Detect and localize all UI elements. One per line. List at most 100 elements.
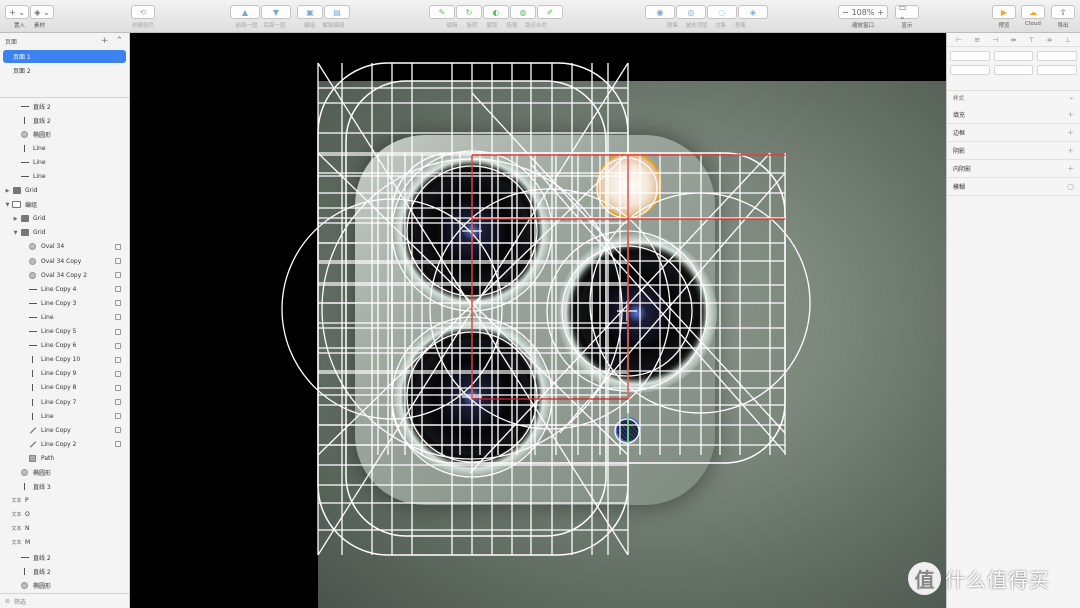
layer-row[interactable]: Line Copy 4 bbox=[0, 282, 130, 296]
bring-forward-icon: ▲ bbox=[241, 7, 249, 17]
y-field[interactable] bbox=[993, 51, 1034, 61]
rotate-label: 旋转 bbox=[466, 23, 478, 29]
layer-row[interactable]: Line Copy 2 bbox=[0, 437, 130, 451]
rotation-field[interactable] bbox=[1037, 51, 1078, 61]
layer-row[interactable]: Line Copy 9 bbox=[0, 367, 130, 381]
layer-row[interactable]: Line bbox=[0, 141, 130, 155]
add-fill-icon[interactable]: + bbox=[1067, 110, 1074, 119]
export-button[interactable]: ⇧ bbox=[1051, 5, 1075, 19]
rotate-button[interactable]: ↻ bbox=[456, 5, 482, 19]
layer-row[interactable]: Line bbox=[0, 169, 130, 183]
plus-icon[interactable]: + bbox=[101, 36, 109, 46]
group-glyph bbox=[20, 229, 29, 237]
ungroup-button[interactable]: ▤ bbox=[324, 5, 350, 19]
width-field[interactable] bbox=[950, 65, 990, 75]
difference-button[interactable]: ◈ bbox=[738, 5, 768, 19]
chevron-up-icon[interactable]: ⌃ bbox=[115, 36, 123, 46]
layer-row[interactable]: 直线 2 bbox=[0, 564, 130, 578]
x-field[interactable] bbox=[950, 51, 990, 61]
pages-header-label: 页面 bbox=[5, 38, 18, 46]
layer-row[interactable]: Line Copy 7 bbox=[0, 395, 130, 409]
zoom-out-button[interactable]: − bbox=[842, 8, 849, 17]
align-left-icon[interactable]: ⊢ bbox=[956, 36, 962, 44]
path-combine-button[interactable]: ✐ bbox=[537, 5, 563, 19]
disclosure-triangle-icon[interactable]: ▼ bbox=[12, 230, 19, 236]
edit-button[interactable]: ✎ bbox=[429, 5, 455, 19]
layer-row[interactable]: Line Copy 8 bbox=[0, 381, 130, 395]
layer-row[interactable]: Path bbox=[0, 451, 130, 465]
disclosure-triangle-icon[interactable]: ▶ bbox=[4, 188, 11, 194]
layer-row[interactable]: Oval 34 bbox=[0, 240, 130, 254]
inner-shadow-section[interactable]: 内阴影 + bbox=[947, 160, 1080, 178]
insert-button[interactable]: + ⌄ bbox=[5, 5, 29, 19]
layer-row[interactable]: 文本 M bbox=[0, 536, 130, 550]
flip-buttons[interactable] bbox=[1037, 65, 1078, 75]
add-inner-shadow-icon[interactable]: + bbox=[1067, 164, 1074, 173]
layer-row[interactable]: 直线 2 bbox=[0, 550, 130, 564]
border-section[interactable]: 边框 + bbox=[947, 124, 1080, 142]
layer-row[interactable]: ▼ 编组 bbox=[0, 198, 130, 212]
layer-row[interactable]: 椭圆形 bbox=[0, 578, 130, 592]
layer-row[interactable]: Line Copy 6 bbox=[0, 339, 130, 353]
add-shadow-icon[interactable]: + bbox=[1067, 146, 1074, 155]
subtract-button[interactable]: ◎ bbox=[676, 5, 706, 19]
outline-button[interactable]: ◍ bbox=[510, 5, 536, 19]
create-symbol-button[interactable]: ⟲ bbox=[131, 5, 155, 19]
design-canvas[interactable] bbox=[130, 33, 946, 608]
layer-row[interactable]: ▶ Grid bbox=[0, 212, 130, 226]
layer-row[interactable]: 文本 N bbox=[0, 522, 130, 536]
group-label: 编组 bbox=[303, 23, 315, 29]
layer-row[interactable]: Line bbox=[0, 310, 130, 324]
export-label: 导出 bbox=[1057, 23, 1069, 29]
layer-row[interactable]: 直线 2 bbox=[0, 113, 130, 127]
layer-row[interactable]: 椭圆形 bbox=[0, 127, 130, 141]
layer-row[interactable]: ▶ Grid bbox=[0, 184, 130, 198]
zoom-in-button[interactable]: + bbox=[877, 8, 884, 17]
union-button[interactable]: ◉ bbox=[645, 5, 675, 19]
layer-row[interactable]: Line Copy bbox=[0, 423, 130, 437]
cloud-button[interactable]: ☁ bbox=[1021, 5, 1045, 19]
align-top-icon[interactable]: ⊤ bbox=[1029, 36, 1035, 44]
page-item-2[interactable]: 页面 2 bbox=[3, 64, 126, 77]
intersect-button[interactable]: ◌ bbox=[707, 5, 737, 19]
layer-row[interactable]: 文本 P bbox=[0, 494, 130, 508]
bring-forward-button[interactable]: ▲ bbox=[230, 5, 260, 19]
view-button[interactable]: ▭ ⌄ bbox=[895, 3, 919, 21]
layer-row[interactable]: 直线 3 bbox=[0, 480, 130, 494]
disclosure-triangle-icon[interactable]: ▶ bbox=[12, 216, 19, 222]
fill-section[interactable]: 填充 + bbox=[947, 106, 1080, 124]
align-right-icon[interactable]: ⊣ bbox=[992, 36, 998, 44]
layer-row[interactable]: 椭圆形 bbox=[0, 465, 130, 479]
add-border-icon[interactable]: + bbox=[1067, 128, 1074, 137]
layer-name: Line Copy 8 bbox=[41, 384, 77, 392]
page-item-1[interactable]: 页面 1 bbox=[3, 50, 126, 63]
disclosure-triangle-icon[interactable]: ▼ bbox=[4, 202, 11, 208]
distribute-icon[interactable]: ⇹ bbox=[1011, 36, 1017, 44]
layer-row[interactable]: ▼ Grid bbox=[0, 226, 130, 240]
blur-toggle-icon[interactable]: ○ bbox=[1067, 182, 1074, 191]
align-middle-icon[interactable]: ≑ bbox=[1047, 36, 1053, 44]
mask-button[interactable]: ◐ bbox=[483, 5, 509, 19]
layer-row[interactable]: Oval 34 Copy 2 bbox=[0, 268, 130, 282]
group-button[interactable]: ▣ bbox=[297, 5, 323, 19]
align-bottom-icon[interactable]: ⊥ bbox=[1065, 36, 1071, 44]
layer-row[interactable]: Line Copy 5 bbox=[0, 325, 130, 339]
align-center-icon[interactable]: ≡ bbox=[974, 36, 980, 44]
blur-section[interactable]: 模糊 ○ bbox=[947, 178, 1080, 196]
layer-row[interactable]: Line Copy 10 bbox=[0, 353, 130, 367]
filter-bar[interactable]: ⊜ 筛选 bbox=[0, 593, 130, 608]
zoom-control[interactable]: − 108% + bbox=[838, 5, 888, 19]
layer-row[interactable]: Line Copy 3 bbox=[0, 296, 130, 310]
layer-row[interactable]: Line bbox=[0, 155, 130, 169]
height-field[interactable] bbox=[993, 65, 1034, 75]
style-header[interactable]: 样式 ⌄ bbox=[947, 90, 1080, 104]
material-button[interactable]: ◈ ⌄ bbox=[30, 5, 54, 19]
rotate-icon: ↻ bbox=[465, 7, 473, 17]
shadow-section[interactable]: 阴影 + bbox=[947, 142, 1080, 160]
send-backward-button[interactable]: ▼ bbox=[261, 5, 291, 19]
layer-row[interactable]: Oval 34 Copy bbox=[0, 254, 130, 268]
layer-row[interactable]: 文本 O bbox=[0, 508, 130, 522]
layer-row[interactable]: 直线 2 bbox=[0, 99, 130, 113]
preview-button[interactable]: ▶ bbox=[992, 5, 1016, 19]
layer-row[interactable]: Line bbox=[0, 409, 130, 423]
